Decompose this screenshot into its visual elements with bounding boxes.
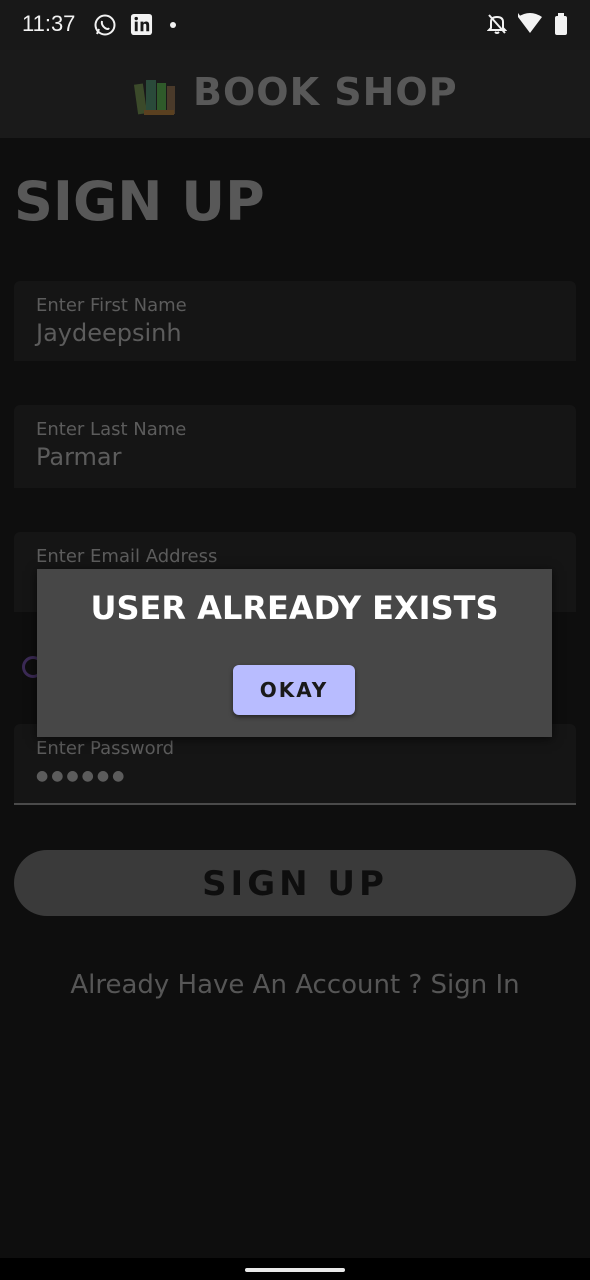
first-name-field[interactable]: Enter First Name Jaydeepsinh: [14, 281, 576, 361]
password-value: ●●●●●●: [36, 768, 128, 784]
last-name-value: Parmar: [36, 443, 122, 471]
dialog-title: USER ALREADY EXISTS: [90, 589, 499, 627]
status-time: 11:37: [22, 11, 76, 36]
linkedin-icon: [130, 13, 153, 40]
password-label: Enter Password: [36, 738, 175, 759]
app-title: BOOK SHOP: [193, 70, 458, 114]
first-name-label: Enter First Name: [36, 295, 187, 316]
sign-up-button-label: SIGN UP: [202, 864, 388, 904]
notification-dot: [170, 22, 176, 28]
email-label: Enter Email Address: [36, 546, 218, 567]
okay-button-label: OKAY: [259, 678, 329, 702]
battery-icon: [554, 13, 568, 39]
alert-dialog: USER ALREADY EXISTS OKAY: [37, 569, 552, 737]
nav-bar: [0, 1258, 590, 1280]
first-name-value: Jaydeepsinh: [36, 319, 182, 347]
password-underline: [14, 803, 576, 805]
home-indicator[interactable]: [245, 1268, 345, 1272]
sign-up-button[interactable]: SIGN UP: [14, 850, 576, 916]
sign-in-link[interactable]: Already Have An Account ? Sign In: [0, 970, 590, 1000]
last-name-field[interactable]: Enter Last Name Parmar: [14, 405, 576, 488]
page-title: SIGN UP: [14, 170, 265, 233]
last-name-label: Enter Last Name: [36, 419, 187, 440]
wifi-icon: [516, 13, 544, 39]
app-bar: BOOK SHOP: [0, 50, 590, 138]
books-icon: [133, 74, 178, 122]
okay-button[interactable]: OKAY: [233, 665, 355, 715]
status-bar: 11:37: [0, 0, 590, 50]
whatsapp-icon: [93, 13, 117, 41]
mute-bell-icon: [486, 13, 508, 39]
